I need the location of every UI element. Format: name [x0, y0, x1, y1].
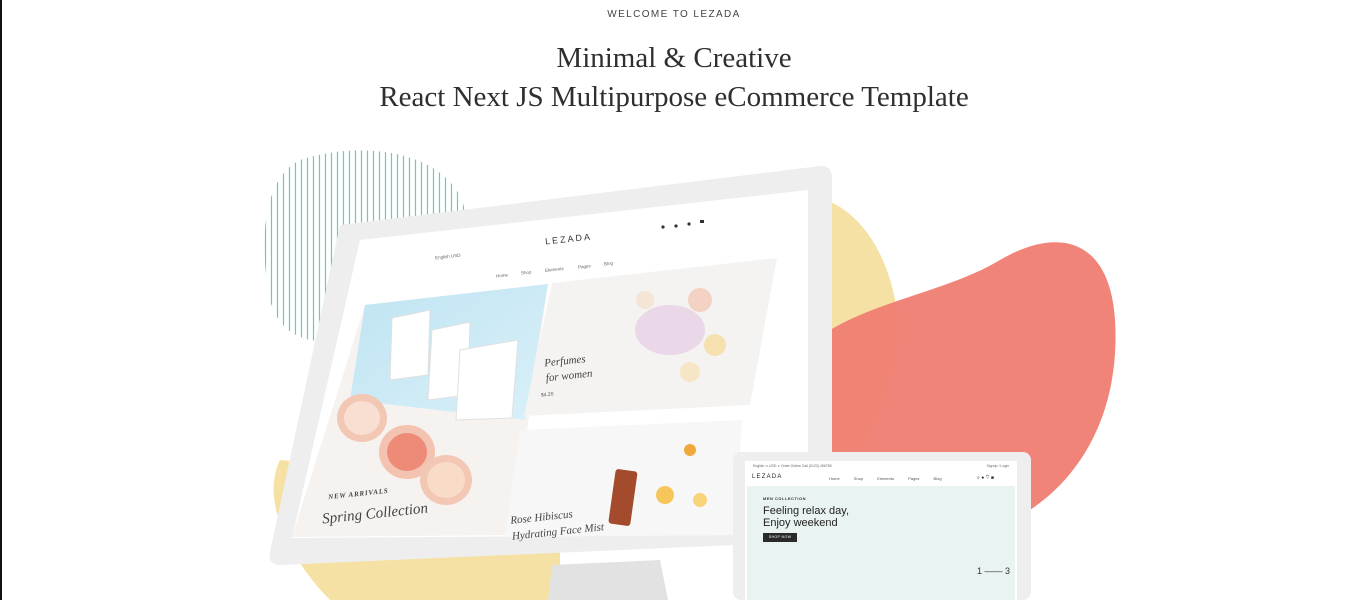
laptop-slider-pager: 1 —— 3: [977, 566, 1011, 576]
laptop-hero-eyebrow: MEN COLLECTION: [763, 496, 806, 501]
laptop-nav-home: Home: [829, 476, 840, 481]
laptop-screen: English ∨ USD ∨ Order Online Call (0123)…: [745, 461, 1017, 600]
laptop-topbar: English ∨ USD ∨ Order Online Call (0123)…: [753, 464, 1015, 472]
laptop-nav-shop: Shop: [853, 476, 864, 481]
laptop-nav-elements: Elements: [877, 476, 894, 481]
laptop-logo: LEZADA: [752, 474, 783, 480]
laptop-shop-now-button: SHOP NOW: [763, 533, 797, 542]
laptop-topbar-left: English ∨ USD ∨ Order Online Call (0123)…: [753, 464, 832, 468]
cart-icon: ■: [990, 475, 994, 481]
heart-icon: ♡: [985, 475, 990, 481]
search-icon: ⌕: [977, 475, 980, 481]
hero-illustration: [264, 150, 1116, 600]
laptop-hero-line2: Enjoy weekend: [763, 517, 838, 529]
laptop-nav-blog: Blog: [933, 476, 942, 481]
user-icon: ●: [981, 475, 985, 481]
laptop-hero-headline: Feeling relax day, Enjoy weekend: [763, 505, 849, 529]
laptop-hero-line1: Feeling relax day,: [763, 505, 850, 517]
laptop-nav: Home Shop Elements Pages Blog: [829, 476, 955, 481]
laptop-topbar-right: Signup / Login: [986, 464, 1009, 468]
laptop-header-icons: ⌕ ● ♡ ■: [977, 475, 994, 481]
laptop-hero-bg: [747, 486, 1015, 600]
laptop-nav-pages: Pages: [908, 476, 920, 481]
